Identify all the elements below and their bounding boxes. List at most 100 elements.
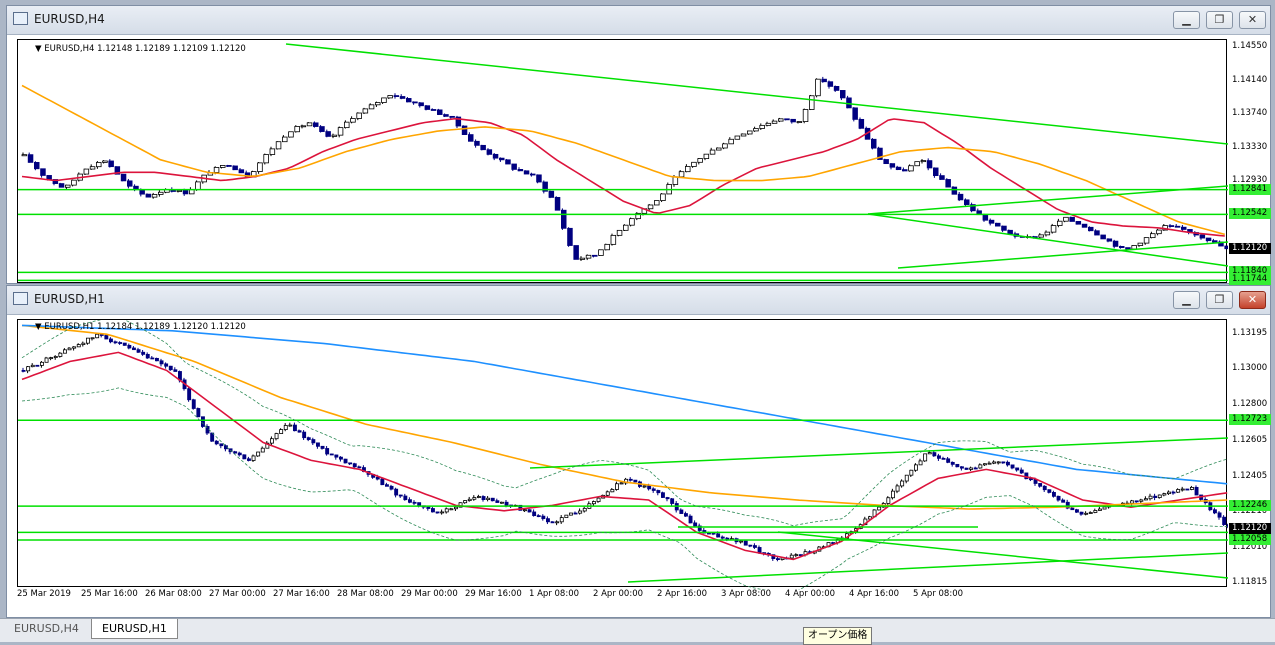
chart-window-h4[interactable]: EURUSD,H4 ▁ ❐ ✕ ▼ EURUSD,H4 1.12148 1.12…	[6, 5, 1272, 286]
price-scale-h4[interactable]: 1.14550 1.14140 1.13740 1.13330 1.12930 1.128…	[1228, 39, 1272, 286]
candle-body	[274, 433, 279, 440]
dropdown-triangle-icon[interactable]: ▼	[35, 322, 42, 332]
time-tick-label: 29 Mar 16:00	[465, 589, 522, 599]
candle-body	[840, 90, 846, 99]
candle-body	[435, 511, 440, 514]
candle-body	[173, 369, 178, 372]
dropdown-triangle-icon[interactable]: ▼	[35, 44, 42, 54]
candle-body	[102, 160, 108, 163]
candle-body	[753, 128, 759, 132]
candle-body	[393, 95, 400, 97]
candle-body	[233, 451, 238, 454]
candle-body	[381, 97, 387, 103]
restore-button[interactable]: ❐	[1206, 11, 1233, 29]
candle-body	[776, 558, 780, 560]
candle-body	[1007, 229, 1013, 235]
candle-body	[757, 547, 762, 554]
moving-average-fast	[21, 117, 1225, 237]
price-tick-label: 1.13740	[1232, 108, 1268, 119]
candle-body	[585, 254, 592, 259]
moving-average-fast	[21, 351, 1228, 561]
candle-body	[219, 165, 226, 168]
candle-body	[1070, 507, 1075, 511]
candle-body	[1125, 247, 1131, 250]
candle-body	[743, 540, 748, 546]
price-tick-label: 1.13000	[1232, 363, 1268, 374]
candle-body	[904, 474, 909, 482]
restore-button[interactable]: ❐	[1206, 291, 1233, 309]
minimize-button[interactable]: ▁	[1173, 11, 1200, 29]
candle-body	[486, 149, 493, 155]
trend-line	[897, 241, 1228, 269]
candle-body	[978, 464, 983, 469]
chart-ohlc: 1.12184 1.12189 1.12120 1.12120	[97, 322, 246, 332]
chart-info-line: ▼ EURUSD,H1 1.12184 1.12189 1.12120 1.12…	[35, 322, 246, 332]
trend-line	[627, 552, 1228, 583]
candle-body	[1171, 491, 1176, 494]
candle-body	[495, 500, 500, 503]
candle-body	[350, 118, 356, 123]
candle-body	[541, 515, 546, 520]
candle-body	[492, 153, 499, 159]
candle-body	[21, 154, 28, 157]
tab-eurusd-h1[interactable]: EURUSD,H1	[91, 619, 178, 639]
candle-body	[449, 115, 455, 118]
candle-body	[65, 184, 71, 188]
trend-line	[867, 213, 1228, 267]
candle-body	[1168, 225, 1175, 227]
candle-body	[1144, 498, 1148, 501]
price-chart-h4[interactable]: ▼ EURUSD,H4 1.12148 1.12189 1.12109 1.12…	[17, 39, 1228, 284]
tab-eurusd-h4[interactable]: EURUSD,H4	[4, 619, 89, 639]
candle-body	[536, 174, 542, 183]
candle-body	[918, 460, 923, 466]
line-price-label: 1.12058	[1229, 533, 1271, 545]
candle-body	[334, 454, 339, 458]
candle-body	[619, 482, 624, 485]
candle-body	[288, 424, 293, 427]
candle-body	[83, 168, 90, 175]
candle-body	[889, 163, 896, 168]
chart-window-icon	[13, 292, 28, 305]
chart-canvas-h4[interactable]	[18, 40, 1228, 284]
window-title-bar[interactable]: EURUSD,H4 ▁ ❐ ✕	[7, 6, 1270, 35]
chart-canvas-h1[interactable]	[18, 320, 1228, 590]
price-tick-label: 1.12800	[1232, 399, 1268, 410]
candle-body	[463, 500, 468, 504]
close-button[interactable]: ✕	[1239, 11, 1266, 29]
candle-body	[1044, 231, 1051, 236]
candle-body	[1001, 225, 1007, 231]
candle-body	[302, 431, 307, 439]
candle-body	[269, 438, 274, 444]
candle-body	[281, 136, 288, 143]
candle-body	[279, 429, 284, 434]
candle-body	[1134, 500, 1139, 503]
candle-body	[983, 463, 987, 466]
candle-body	[1052, 492, 1056, 497]
candle-body	[536, 515, 541, 518]
chart-window-h1[interactable]: EURUSD,H1 ▁ ❐ ✕ ▼ EURUSD,H1 1.12184 1.12…	[6, 285, 1271, 618]
candle-body	[629, 218, 635, 226]
window-title-bar[interactable]: EURUSD,H1 ▁ ❐ ✕	[7, 286, 1270, 315]
price-scale-h1[interactable]: 1.13195 1.13000 1.12800 1.12605 1.12405 1.122…	[1228, 319, 1272, 589]
candle-body	[871, 138, 877, 149]
candle-body	[1181, 226, 1187, 230]
candle-body	[598, 249, 604, 256]
candle-body	[412, 501, 417, 504]
candle-body	[691, 161, 697, 167]
candle-body	[642, 485, 647, 488]
candle-body	[703, 153, 710, 160]
price-chart-h1[interactable]: ▼ EURUSD,H1 1.12184 1.12189 1.12120 1.12…	[17, 319, 1228, 590]
close-button[interactable]: ✕	[1239, 291, 1266, 309]
candle-body	[693, 522, 698, 527]
candle-body	[982, 214, 989, 221]
moving-average-slow	[21, 324, 1228, 485]
candle-body	[63, 349, 67, 354]
candle-body	[49, 357, 54, 359]
candle-body	[914, 161, 920, 167]
minimize-button[interactable]: ▁	[1173, 291, 1200, 309]
candle-body	[387, 95, 393, 99]
candle-body	[604, 243, 610, 251]
candle-body	[821, 78, 827, 83]
candle-body	[920, 160, 927, 163]
candle-body	[348, 462, 353, 465]
